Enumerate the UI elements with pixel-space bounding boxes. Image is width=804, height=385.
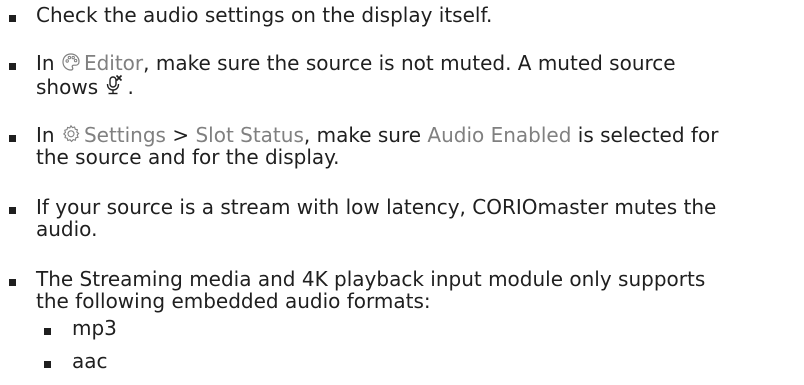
editor-prefix: In: [36, 51, 61, 75]
editor-link[interactable]: Editor: [84, 51, 143, 75]
settings-prefix: In: [36, 123, 61, 147]
list-item-text: The Streaming media and 4K playback inpu…: [36, 268, 796, 312]
list-item-text: In Editor, make sure the source is not m…: [36, 52, 796, 98]
editor-line2-end: .: [127, 75, 134, 99]
stream-line1: If your source is a stream with low late…: [36, 195, 717, 219]
check-display-text: Check the audio settings on the display …: [36, 3, 493, 27]
format-text: mp3: [72, 316, 117, 340]
list-item-text: If your source is a stream with low late…: [36, 196, 796, 240]
list-item-text: In Settings > Slot Status, make sure Aud…: [36, 124, 796, 168]
audio-enabled-link[interactable]: Audio Enabled: [427, 123, 571, 147]
troubleshooting-audio-list: Check the audio settings on the display …: [0, 0, 804, 385]
bullet-icon: [44, 328, 51, 335]
bullet-icon: [9, 279, 16, 286]
settings-suffix: is selected for: [571, 123, 719, 147]
settings-link[interactable]: Settings: [84, 123, 166, 147]
module-line1: The Streaming media and 4K playback inpu…: [36, 267, 706, 291]
list-item-text: Check the audio settings on the display …: [36, 4, 796, 26]
editor-line2: shows: [36, 75, 105, 99]
bullet-icon: [9, 135, 16, 142]
muted-mic-icon: [104, 74, 124, 96]
bullet-icon: [9, 15, 16, 22]
settings-mid: , make sure: [303, 123, 428, 147]
bullet-icon: [9, 207, 16, 214]
module-line2: the following embedded audio formats:: [36, 289, 431, 313]
slot-status-link[interactable]: Slot Status: [195, 123, 303, 147]
bullet-icon: [9, 63, 16, 70]
gear-icon: [61, 124, 81, 144]
editor-suffix: , make sure the source is not muted. A m…: [143, 51, 676, 75]
settings-separator: >: [165, 123, 196, 147]
stream-line2: audio.: [36, 217, 98, 241]
bullet-icon: [44, 361, 51, 368]
format-text: aac: [72, 349, 108, 373]
settings-line2: the source and for the display.: [36, 145, 340, 169]
palette-icon: [61, 52, 81, 72]
